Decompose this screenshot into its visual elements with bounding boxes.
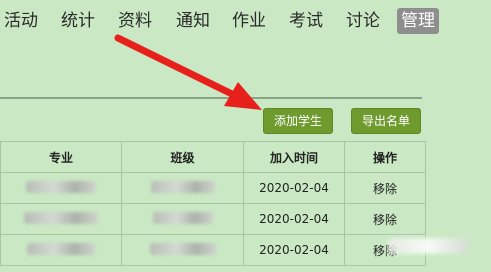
header-class: 班级 <box>121 141 244 173</box>
header-joined: 加入时间 <box>243 141 345 173</box>
cell-joined: 2020-02-04 <box>243 203 345 235</box>
nav-item-notices[interactable]: 通知 <box>176 8 210 34</box>
remove-link[interactable]: 移除 <box>373 182 397 196</box>
cell-major-redacted <box>0 172 122 204</box>
redacted-blur <box>149 242 216 255</box>
cell-class-redacted <box>121 203 244 235</box>
header-major: 专业 <box>0 141 122 173</box>
cell-joined: 2020-02-04 <box>243 172 345 204</box>
redacted-blur <box>24 211 98 224</box>
nav-item-statistics[interactable]: 统计 <box>61 8 95 34</box>
add-student-button[interactable]: 添加学生 <box>263 108 333 134</box>
nav-item-discussion[interactable]: 讨论 <box>346 8 380 34</box>
cell-class-redacted <box>121 172 244 204</box>
nav-item-materials[interactable]: 资料 <box>118 8 152 34</box>
header-action: 操作 <box>344 141 426 173</box>
redacted-blur <box>26 180 96 193</box>
export-list-button[interactable]: 导出名单 <box>351 108 421 134</box>
cell-class-redacted <box>121 234 244 266</box>
redacted-blur <box>27 242 95 255</box>
section-divider <box>0 97 422 99</box>
cell-major-redacted <box>0 203 122 235</box>
table-row: 2020-02-04 移除 <box>0 234 426 266</box>
table-row: 2020-02-04 移除 <box>0 203 426 235</box>
nav-item-homework[interactable]: 作业 <box>232 8 266 34</box>
remove-link[interactable]: 移除 <box>373 213 397 227</box>
cell-joined: 2020-02-04 <box>243 234 345 266</box>
nav-item-manage[interactable]: 管理 <box>397 8 439 34</box>
student-table: 专业 班级 加入时间 操作 2020-02-04 移除 2020-02-04 移… <box>0 141 426 266</box>
table-row: 2020-02-04 移除 <box>0 172 426 204</box>
table-header-row: 专业 班级 加入时间 操作 <box>0 141 426 173</box>
top-nav: 活动 统计 资料 通知 作业 考试 讨论 管理 <box>0 0 491 42</box>
cell-major-redacted <box>0 234 122 266</box>
watermark-blur <box>388 238 468 254</box>
cell-action: 移除 <box>344 172 426 204</box>
redacted-blur <box>152 211 213 224</box>
redacted-blur <box>150 180 215 193</box>
cell-action: 移除 <box>344 203 426 235</box>
nav-item-activity[interactable]: 活动 <box>4 8 38 34</box>
nav-item-exams[interactable]: 考试 <box>289 8 323 34</box>
